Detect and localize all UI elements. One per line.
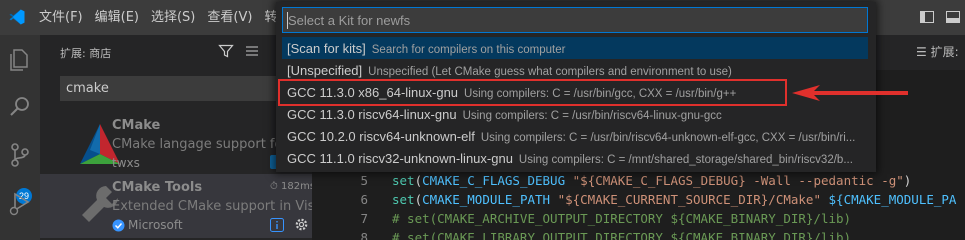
menu-file[interactable]: 文件(F): [34, 0, 90, 35]
line-number: 5: [360, 173, 368, 188]
sidebar-title: 扩展: 商店: [60, 47, 112, 60]
toggle-sidebar-icon[interactable]: [919, 9, 935, 25]
extensions-sidebar: 扩展: 商店 cmake CMake CMake langage support…: [40, 35, 316, 240]
kit-option[interactable]: GCC 11.1.0 riscv32-unknown-linux-gnu Usin…: [282, 147, 868, 169]
search-icon[interactable]: [6, 93, 34, 121]
gear-icon[interactable]: [294, 217, 309, 232]
code-token: # set(CMAKE_LIBRARY_OUTPUT_DIRECTORY ${C…: [392, 230, 852, 240]
code-line: 7 # set(CMAKE_ARCHIVE_OUTPUT_DIRECTORY ${…: [312, 209, 965, 228]
explorer-icon[interactable]: [6, 45, 34, 73]
menu-edit[interactable]: 编辑(E): [90, 0, 146, 35]
extensions-tab-icon: ☰: [916, 45, 931, 59]
annotation-arrow-icon: [792, 85, 908, 101]
more-actions-icon[interactable]: [244, 43, 260, 59]
extension-publisher: Microsoft: [128, 218, 183, 232]
kit-option-label: GCC 10.2.0 riscv64-unknown-elf: [287, 129, 475, 144]
verified-publisher-icon: [112, 219, 125, 232]
vscode-logo-icon: [9, 9, 25, 25]
kit-option-label: GCC 11.1.0 riscv32-unknown-linux-gnu: [287, 151, 513, 166]
kit-option[interactable]: [Scan for kits] Search for compilers on t…: [282, 37, 868, 59]
kit-option[interactable]: GCC 10.2.0 riscv64-unknown-elf Using comp…: [282, 125, 868, 147]
line-number: 7: [360, 211, 368, 226]
code-line: 8 # set(CMAKE_LIBRARY_OUTPUT_DIRECTORY ${…: [312, 228, 965, 240]
kit-filter-input[interactable]: Select a Kit for newfs: [282, 7, 868, 33]
code-token: CMAKE_C_FLAGS_DEBUG: [422, 173, 566, 188]
code-text: # set(CMAKE_LIBRARY_OUTPUT_DIRECTORY ${C…: [392, 228, 851, 240]
source-control-icon[interactable]: [6, 141, 34, 169]
code-line: 5 set(CMAKE_C_FLAGS_DEBUG "${CMAKE_C_FLAG…: [312, 171, 965, 190]
menu-bar: 文件(F) 编辑(E) 选择(S) 查看(V) 转: [34, 0, 284, 35]
menu-selection[interactable]: 选择(S): [146, 0, 202, 35]
menu-view[interactable]: 查看(V): [202, 0, 259, 35]
code-token: set: [392, 192, 415, 207]
code-token: ): [903, 173, 912, 188]
kit-filter-placeholder: Select a Kit for newfs: [288, 13, 411, 28]
extension-search-input[interactable]: cmake: [60, 76, 312, 101]
sidebar-actions: [218, 43, 260, 59]
extension-load-time: ⏱ 182ms: [270, 181, 316, 192]
kit-option-description: Using compilers: C = /usr/bin/riscv64-un…: [480, 132, 856, 144]
kit-option-description: Using compilers: C = /mnt/shared_storage…: [518, 154, 853, 166]
code-token: "${CMAKE_C_FLAGS_DEBUG} -Wall --pedantic…: [572, 173, 904, 188]
layout-controls: [919, 9, 961, 25]
code-token: (: [414, 192, 423, 207]
kit-option-label: GCC 11.3.0 riscv64-linux-gnu: [287, 107, 457, 122]
code-token: ${CMAKE_MODULE_PA: [828, 192, 957, 207]
code-text: # set(CMAKE_ARCHIVE_OUTPUT_DIRECTORY ${C…: [392, 209, 851, 228]
kit-option-description: Search for compilers on this computer: [371, 44, 566, 56]
extension-item-cmake-tools[interactable]: CMake Tools ⏱ 182ms Extended CMake suppo…: [40, 174, 316, 238]
activity-bar: 29: [0, 35, 40, 240]
code-token: CMAKE_MODULE_PATH: [422, 192, 551, 207]
kit-option[interactable]: [Unspecified] Unspecified (Let CMake gues…: [282, 59, 868, 81]
code-token: (: [414, 173, 423, 188]
toggle-panel-icon[interactable]: [945, 9, 961, 25]
line-number: 8: [360, 230, 368, 240]
kit-option[interactable]: GCC 11.3.0 riscv64-linux-gnu Using compil…: [282, 103, 868, 125]
history-icon: ⏱: [270, 181, 278, 192]
code-line: 6 set(CMAKE_MODULE_PATH "${CMAKE_CURRENT_…: [312, 190, 965, 209]
kit-option-label: [Unspecified]: [287, 63, 363, 78]
kit-option-label: [Scan for kits]: [287, 41, 366, 56]
tab-extensions[interactable]: ☰ 扩展:: [912, 35, 959, 70]
kit-option-description: Using compilers: C = /usr/bin/riscv64-li…: [462, 110, 722, 122]
annotation-highlight-box: [278, 79, 787, 106]
filter-icon[interactable]: [218, 43, 234, 59]
run-debug-icon[interactable]: [6, 189, 34, 217]
kit-option-description: Unspecified (Let CMake guess what compil…: [368, 66, 732, 78]
code-token: # set(CMAKE_ARCHIVE_OUTPUT_DIRECTORY ${C…: [392, 211, 852, 226]
code-token: "${CMAKE_CURRENT_SOURCE_DIR}/CMake": [557, 192, 821, 207]
extension-name: CMake Tools: [112, 180, 203, 195]
extension-publisher: twxs: [112, 156, 140, 170]
extension-search-value: cmake: [66, 81, 109, 96]
info-icon[interactable]: [270, 218, 284, 232]
extension-description: Extended CMake support in Visu...: [112, 199, 312, 214]
extension-name: CMake: [112, 118, 161, 133]
code-text: set(CMAKE_MODULE_PATH "${CMAKE_CURRENT_S…: [392, 190, 956, 209]
code-text: set(CMAKE_C_FLAGS_DEBUG "${CMAKE_C_FLAGS…: [392, 171, 911, 190]
line-number: 6: [360, 192, 368, 207]
extension-item-cmake[interactable]: CMake CMake langage support for V twxs: [40, 110, 312, 174]
code-token: set: [392, 173, 415, 188]
